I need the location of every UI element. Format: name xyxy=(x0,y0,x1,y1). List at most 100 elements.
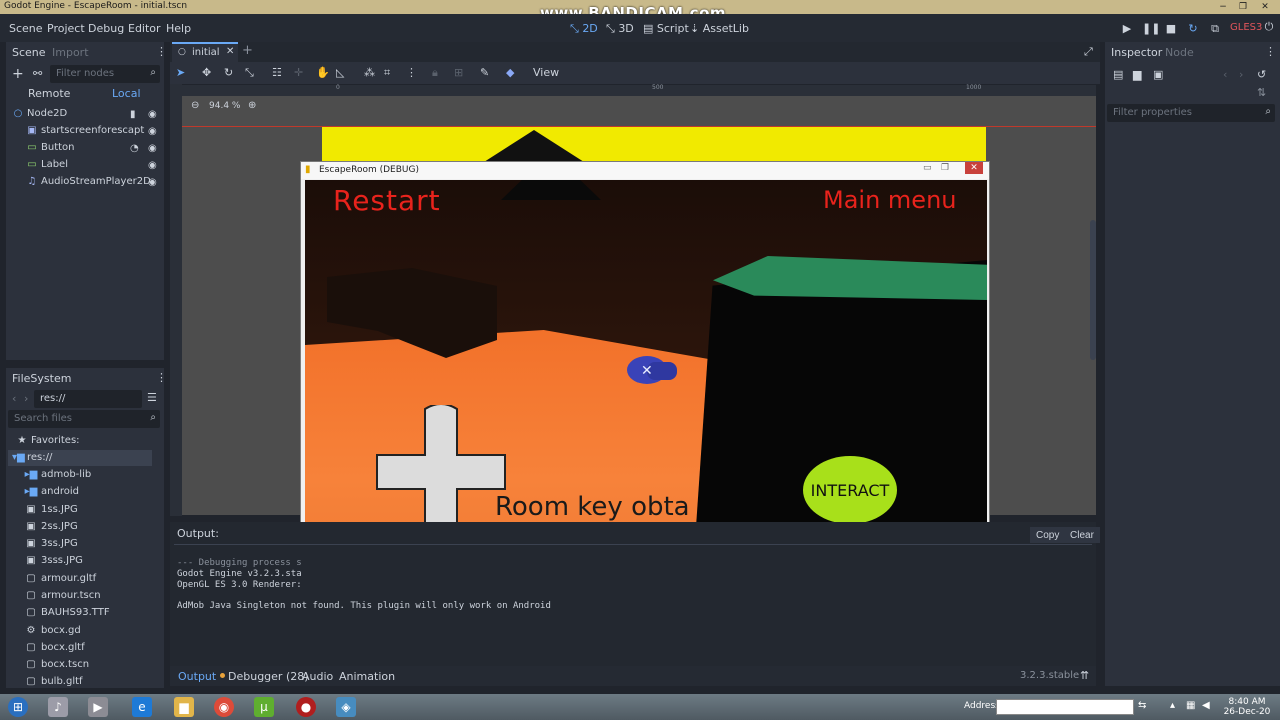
lock-icon[interactable]: 🔒︎ xyxy=(432,66,438,80)
viewport-scrollbar[interactable] xyxy=(1090,220,1096,360)
menu-scene[interactable]: Scene xyxy=(9,22,43,35)
volume-icon[interactable]: ◀ xyxy=(1202,700,1210,711)
list-select-icon[interactable]: ☷ xyxy=(272,66,282,79)
history-forward-icon[interactable]: › xyxy=(1239,68,1243,81)
smart-snap-icon[interactable]: ⁂ xyxy=(364,66,375,79)
file-item[interactable]: ▢ armour.tscn xyxy=(24,590,100,607)
forward-icon[interactable]: › xyxy=(24,392,28,405)
file-item[interactable]: ▢ armour.gltf xyxy=(24,573,96,590)
clear-button[interactable]: Clear xyxy=(1064,527,1100,543)
media-player-icon[interactable]: ▶ xyxy=(88,697,108,717)
tree-node-audio[interactable]: ♫ AudioStreamPlayer2D xyxy=(26,176,151,193)
godot-taskbar-icon[interactable]: ◈ xyxy=(336,697,356,717)
tab-audio[interactable]: Audio xyxy=(302,670,333,683)
visibility-eye-icon[interactable]: ◉ xyxy=(148,177,157,188)
split-view-icon[interactable]: ☰ xyxy=(147,391,157,404)
group-icon[interactable]: ⊞ xyxy=(454,66,463,79)
go-icon[interactable]: ⇆ xyxy=(1138,700,1146,711)
new-tab-icon[interactable]: + xyxy=(242,43,253,58)
tab-inspector[interactable]: Inspector xyxy=(1111,46,1162,59)
tab-initial[interactable]: ○ initial ✕ xyxy=(172,42,238,62)
menu-editor[interactable]: Editor xyxy=(128,22,161,35)
tab-node[interactable]: Node xyxy=(1165,46,1194,59)
workspace-assetlib[interactable]: ⇣ AssetLib xyxy=(690,22,749,35)
close-icon[interactable]: ✕ xyxy=(965,162,983,174)
menu-debug[interactable]: Debug xyxy=(88,22,124,35)
file-item[interactable]: ▢ bocx.gltf xyxy=(24,642,84,659)
menu-help[interactable]: Help xyxy=(166,22,191,35)
pivot-icon[interactable]: ✛ xyxy=(294,66,303,79)
visibility-eye-icon[interactable]: ◉ xyxy=(148,109,157,120)
visibility-eye-icon[interactable]: ◉ xyxy=(148,143,157,154)
dock-menu-icon[interactable]: ⋮ xyxy=(1265,45,1276,58)
file-item[interactable]: ⚙ bocx.gd xyxy=(24,625,81,642)
file-item[interactable]: ▣ 3ss.JPG xyxy=(24,538,77,555)
file-item[interactable]: ▣ 1ss.JPG xyxy=(24,504,77,521)
select-mode-icon[interactable]: ➤ xyxy=(176,66,185,79)
tab-scene[interactable]: Scene xyxy=(12,46,46,59)
copy-button[interactable]: Copy xyxy=(1030,527,1066,543)
workspace-script[interactable]: ▤ Script xyxy=(643,22,689,35)
filter-nodes-input[interactable]: Filter nodes ⌕ xyxy=(50,65,160,83)
view-menu[interactable]: View xyxy=(533,66,559,79)
dpad-icon[interactable] xyxy=(373,405,509,539)
maximize-icon[interactable]: ❐ xyxy=(941,163,949,173)
dock-menu-icon[interactable]: ⋮ xyxy=(156,371,164,384)
close-button[interactable]: ✕ xyxy=(1258,1,1272,13)
grid-snap-icon[interactable]: ⌗ xyxy=(384,66,390,80)
move-mode-icon[interactable]: ✥ xyxy=(202,66,211,79)
visibility-eye-icon[interactable]: ◉ xyxy=(148,126,157,137)
pan-mode-icon[interactable]: ✋ xyxy=(316,66,330,79)
close-tab-icon[interactable]: ✕ xyxy=(226,46,234,57)
renderer-label[interactable]: GLES3 xyxy=(1230,22,1262,33)
main-menu-button[interactable]: Main menu xyxy=(823,186,957,214)
workspace-2d[interactable]: ⤡ 2D xyxy=(570,22,598,36)
menu-project[interactable]: Project xyxy=(47,22,85,35)
object-properties-icon[interactable]: ⇅ xyxy=(1257,86,1266,99)
history-icon[interactable]: ↺ xyxy=(1257,68,1266,81)
bandicam-icon[interactable]: ● xyxy=(296,697,316,717)
link-icon[interactable]: ⚯ xyxy=(33,67,42,80)
zoom-out-icon[interactable]: ⊖ xyxy=(191,100,199,111)
address-input[interactable] xyxy=(996,699,1134,715)
minimize-icon[interactable]: ▭ xyxy=(923,163,932,173)
minimize-button[interactable]: − xyxy=(1216,1,1230,13)
stop-icon[interactable]: ■ xyxy=(1164,22,1178,36)
play-scene-icon[interactable]: ↻ xyxy=(1186,22,1200,36)
back-icon[interactable]: ‹ xyxy=(12,392,16,405)
dock-menu-icon[interactable]: ⋮ xyxy=(156,45,167,58)
itunes-icon[interactable]: ♪ xyxy=(48,697,68,717)
visibility-eye-icon[interactable]: ◉ xyxy=(148,160,157,171)
tab-debugger[interactable]: Debugger (28) xyxy=(228,670,309,683)
open-folder-icon[interactable]: ▆ xyxy=(1133,68,1141,81)
play-custom-icon[interactable]: ⧉ xyxy=(1208,22,1222,36)
scale-mode-icon[interactable]: ⤡ xyxy=(245,66,254,80)
script-attached-icon[interactable]: ▮ xyxy=(130,109,136,120)
rotate-mode-icon[interactable]: ↻ xyxy=(224,66,233,79)
pause-icon[interactable]: ❚❚ xyxy=(1142,22,1160,36)
explorer-folder-icon[interactable]: ▆ xyxy=(174,697,194,717)
tree-node-label[interactable]: ▭ Label xyxy=(26,159,68,176)
ruler-mode-icon[interactable]: ◺ xyxy=(336,66,344,79)
add-node-icon[interactable]: + xyxy=(12,66,24,82)
file-item[interactable]: ▢ BAUHS93.TTF xyxy=(24,607,109,624)
root-folder[interactable]: ▾▆ res:// xyxy=(12,452,52,469)
camera-icon[interactable]: ◆ xyxy=(506,66,514,79)
history-back-icon[interactable]: ‹ xyxy=(1223,68,1227,81)
maximize-button[interactable]: ❐ xyxy=(1236,1,1250,13)
chrome-icon[interactable]: ◉ xyxy=(214,697,234,717)
snap-options-icon[interactable]: ⋮ xyxy=(406,66,417,79)
distraction-free-icon[interactable]: ⤢ xyxy=(1084,45,1093,59)
signal-icon[interactable]: ◔ xyxy=(130,143,139,154)
zoom-level[interactable]: 94.4 % xyxy=(209,101,240,111)
interact-button[interactable]: INTERACT xyxy=(803,456,897,524)
expand-panel-icon[interactable]: ⇈ xyxy=(1080,669,1089,682)
tree-node-node2d[interactable]: ○ Node2D xyxy=(12,108,68,125)
play-icon[interactable]: ▶ xyxy=(1120,22,1134,36)
tab-animation[interactable]: Animation xyxy=(339,670,395,683)
network-tray-icon[interactable]: ▦ xyxy=(1186,700,1195,711)
file-item[interactable]: ▢ bulb.gltf xyxy=(24,676,82,688)
file-item[interactable]: ▢ bocx.tscn xyxy=(24,659,89,676)
tray-arrow-icon[interactable]: ▴ xyxy=(1170,700,1175,711)
start-icon[interactable]: ⊞ xyxy=(8,697,28,717)
